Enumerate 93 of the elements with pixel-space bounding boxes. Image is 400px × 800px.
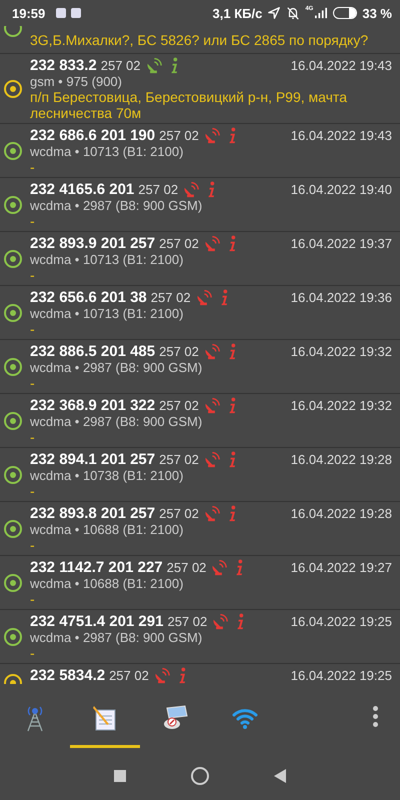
network-info: wcdma • 10713 (B1: 2100)	[30, 307, 184, 321]
entry-note: -	[30, 267, 36, 283]
cell-id: 232 893.8 201 257	[30, 505, 156, 522]
status-ring	[4, 628, 22, 646]
entry-note: -	[30, 591, 36, 607]
network-info: wcdma • 2987 (B8: 900 GSM)	[30, 631, 204, 645]
operator-code: 257 02	[159, 128, 199, 143]
cell-id: 232 1142.7 201 227	[30, 559, 163, 576]
log-entry[interactable]: 3G,Б.Михалки?, БС 5826? или БС 2865 по порядку?	[0, 26, 400, 54]
status-ring	[4, 142, 22, 160]
cell-id: 232 4751.4 201 291	[30, 613, 164, 630]
notification-icon	[71, 8, 82, 18]
log-entry[interactable]: 232 686.6 201 190 257 02 16.04.2022 19:43 wcdma • 10713 (B1: 2100) -	[0, 124, 400, 178]
status-ring	[4, 412, 22, 430]
entry-note: -	[30, 321, 36, 337]
operator-code: 257 02	[167, 614, 208, 629]
entry-note: -	[30, 159, 36, 175]
status-ring	[4, 304, 22, 322]
entry-note: -	[30, 645, 36, 661]
operator-code: 257 02	[159, 506, 199, 521]
log-entry[interactable]: 232 5834.2 257 02 16.04.2022 19:25	[0, 664, 400, 684]
timestamp: 16.04.2022 19:27	[290, 560, 392, 575]
operator-code: 257 02	[159, 452, 199, 467]
network-info: gsm • 975 (900)	[30, 75, 123, 89]
cell-id: 232 833.2	[30, 57, 97, 74]
log-entry[interactable]: 232 656.6 201 38 257 02 16.04.2022 19:36 wcdma • 10713 (B1: 2100) -	[0, 286, 400, 340]
entry-note: -	[30, 375, 36, 391]
cell-id: 232 894.1 201 257	[30, 451, 156, 468]
network-info: wcdma • 2987 (B8: 900 GSM)	[30, 361, 204, 375]
log-entry[interactable]: 232 893.9 201 257 257 02 16.04.2022 19:37 wcdma • 10713 (B1: 2100) -	[0, 232, 400, 286]
timestamp: 16.04.2022 19:32	[290, 398, 392, 413]
bell-off-icon	[286, 6, 300, 20]
cell-id: 232 5834.2	[30, 667, 106, 684]
timestamp: 16.04.2022 19:32	[290, 344, 392, 359]
operator-code: 257 02	[100, 58, 140, 73]
operator-code: 257 02	[159, 398, 199, 413]
operator-code: 257 02	[150, 290, 191, 305]
log-entry[interactable]: 232 894.1 201 257 257 02 16.04.2022 19:28 wcdma • 10738 (B1: 2100) -	[0, 448, 400, 502]
entry-note: п/п Берестовица, Берестовицкий р-н, Р99, мачта лесничества 70м	[30, 89, 348, 121]
cell-id: 232 686.6 201 190	[30, 127, 156, 144]
log-entry[interactable]: 232 4165.6 201 257 02 16.04.2022 19:40 wcdma • 2987 (B8: 900 GSM) -	[0, 178, 400, 232]
log-entry[interactable]: 232 893.8 201 257 257 02 16.04.2022 19:28 wcdma • 10688 (B1: 2100) -	[0, 502, 400, 556]
network-info: wcdma • 10738 (B1: 2100)	[30, 469, 184, 483]
timestamp: 16.04.2022 19:25	[290, 668, 392, 683]
battery-icon	[333, 7, 358, 19]
timestamp: 16.04.2022 19:43	[290, 58, 392, 73]
log-entry[interactable]: 232 368.9 201 322 257 02 16.04.2022 19:32 wcdma • 2987 (B8: 900 GSM) -	[0, 394, 400, 448]
log-entry[interactable]: 232 1142.7 201 227 257 02 16.04.2022 19:27 wcdma • 10688 (B1: 2100) -	[0, 556, 400, 610]
timestamp: 16.04.2022 19:40	[290, 182, 392, 197]
signal-icon	[314, 7, 328, 19]
network-speed: 3,1 КБ/с	[212, 6, 262, 20]
cell-id: 232 368.9 201 322	[30, 397, 156, 414]
cell-id: 232 893.9 201 257	[30, 235, 156, 252]
entry-note: -	[30, 429, 36, 445]
operator-code: 257 02	[138, 182, 178, 197]
entry-note: 3G,Б.Михалки?, БС 5826? или БС 2865 по порядку?	[30, 31, 370, 49]
cell-id: 232 886.5 201 485	[30, 343, 156, 360]
network-info: wcdma • 2987 (B8: 900 GSM)	[30, 199, 204, 213]
clock-time: 19:59	[12, 6, 46, 20]
network-info: wcdma • 10713 (B1: 2100)	[30, 253, 184, 267]
network-info: wcdma • 10688 (B1: 2100)	[30, 523, 184, 537]
status-ring	[4, 250, 22, 268]
timestamp: 16.04.2022 19:43	[290, 128, 392, 143]
operator-code: 257 02	[109, 668, 149, 683]
network-info: wcdma • 10713 (B1: 2100)	[30, 145, 184, 159]
timestamp: 16.04.2022 19:28	[290, 452, 392, 467]
timestamp: 16.04.2022 19:28	[290, 506, 392, 521]
status-ring	[4, 80, 22, 98]
timestamp: 16.04.2022 19:37	[290, 236, 392, 251]
notification-icon	[56, 8, 66, 18]
cell-id: 232 656.6 201 38	[30, 289, 147, 306]
map-compass-icon	[161, 704, 189, 732]
timestamp: 16.04.2022 19:25	[290, 614, 392, 629]
network-info: wcdma • 10688 (B1: 2100)	[30, 577, 184, 591]
entry-note: -	[30, 483, 36, 499]
entry-note: -	[30, 537, 36, 553]
status-ring	[4, 520, 22, 538]
timestamp: 16.04.2022 19:36	[290, 290, 392, 305]
status-ring	[4, 196, 22, 214]
log-entry[interactable]: 232 833.2 257 02 16.04.2022 19:43 gsm • 975 (900) п/п Берестовица, Берестовицкий р-н, Р99, мачта лесничества 70м	[0, 54, 400, 124]
operator-code: 257 02	[159, 344, 199, 359]
log-entry[interactable]: 232 4751.4 201 291 257 02 16.04.2022 19:25 wcdma • 2987 (B8: 900 GSM) -	[0, 610, 400, 664]
status-ring	[4, 574, 22, 592]
cell-id: 232 4165.6 201	[30, 181, 134, 198]
status-ring	[4, 466, 22, 484]
entry-note: -	[30, 213, 36, 229]
network-info: wcdma • 2987 (B8: 900 GSM)	[30, 415, 204, 429]
operator-code: 257 02	[166, 560, 206, 575]
battery-percent: 33 %	[362, 6, 392, 20]
operator-code: 257 02	[159, 236, 199, 251]
log-entry[interactable]: 232 886.5 201 485 257 02 16.04.2022 19:32 wcdma • 2987 (B8: 900 GSM) -	[0, 340, 400, 394]
location-icon	[267, 6, 282, 20]
status-ring	[4, 358, 22, 376]
